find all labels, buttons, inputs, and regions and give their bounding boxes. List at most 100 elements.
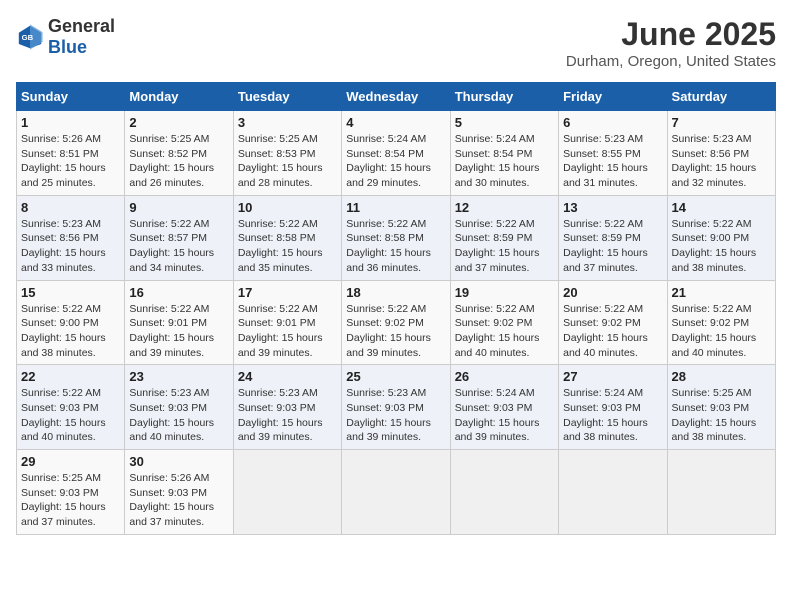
calendar-week-row: 8 Sunrise: 5:23 AM Sunset: 8:56 PM Dayli…	[17, 195, 776, 280]
calendar-week-row: 15 Sunrise: 5:22 AM Sunset: 9:00 PM Dayl…	[17, 280, 776, 365]
day-number: 23	[129, 369, 228, 384]
day-info: Sunrise: 5:22 AM Sunset: 9:03 PM Dayligh…	[21, 386, 120, 445]
day-number: 29	[21, 454, 120, 469]
day-number: 25	[346, 369, 445, 384]
day-number: 8	[21, 200, 120, 215]
calendar-cell: 25 Sunrise: 5:23 AM Sunset: 9:03 PM Dayl…	[342, 365, 450, 450]
weekday-header: Thursday	[450, 83, 558, 111]
calendar-cell: 27 Sunrise: 5:24 AM Sunset: 9:03 PM Dayl…	[559, 365, 667, 450]
calendar-week-row: 22 Sunrise: 5:22 AM Sunset: 9:03 PM Dayl…	[17, 365, 776, 450]
calendar-cell: 5 Sunrise: 5:24 AM Sunset: 8:54 PM Dayli…	[450, 111, 558, 196]
calendar-cell: 12 Sunrise: 5:22 AM Sunset: 8:59 PM Dayl…	[450, 195, 558, 280]
day-number: 12	[455, 200, 554, 215]
day-info: Sunrise: 5:22 AM Sunset: 8:59 PM Dayligh…	[455, 217, 554, 276]
day-info: Sunrise: 5:22 AM Sunset: 9:00 PM Dayligh…	[672, 217, 771, 276]
logo-icon: GB	[16, 23, 44, 51]
day-number: 21	[672, 285, 771, 300]
day-info: Sunrise: 5:23 AM Sunset: 9:03 PM Dayligh…	[238, 386, 337, 445]
day-info: Sunrise: 5:22 AM Sunset: 9:02 PM Dayligh…	[672, 302, 771, 361]
calendar-cell: 10 Sunrise: 5:22 AM Sunset: 8:58 PM Dayl…	[233, 195, 341, 280]
calendar-cell: 4 Sunrise: 5:24 AM Sunset: 8:54 PM Dayli…	[342, 111, 450, 196]
weekday-header: Saturday	[667, 83, 775, 111]
calendar-cell: 26 Sunrise: 5:24 AM Sunset: 9:03 PM Dayl…	[450, 365, 558, 450]
day-info: Sunrise: 5:22 AM Sunset: 9:02 PM Dayligh…	[346, 302, 445, 361]
weekday-header-row: SundayMondayTuesdayWednesdayThursdayFrid…	[17, 83, 776, 111]
calendar-cell: 18 Sunrise: 5:22 AM Sunset: 9:02 PM Dayl…	[342, 280, 450, 365]
day-number: 9	[129, 200, 228, 215]
calendar-cell: 15 Sunrise: 5:22 AM Sunset: 9:00 PM Dayl…	[17, 280, 125, 365]
day-info: Sunrise: 5:23 AM Sunset: 8:55 PM Dayligh…	[563, 132, 662, 191]
day-number: 28	[672, 369, 771, 384]
calendar-table: SundayMondayTuesdayWednesdayThursdayFrid…	[16, 82, 776, 535]
svg-text:GB: GB	[22, 33, 34, 42]
day-info: Sunrise: 5:26 AM Sunset: 8:51 PM Dayligh…	[21, 132, 120, 191]
day-number: 11	[346, 200, 445, 215]
calendar-cell: 11 Sunrise: 5:22 AM Sunset: 8:58 PM Dayl…	[342, 195, 450, 280]
logo-general: General	[48, 16, 115, 36]
weekday-header: Monday	[125, 83, 233, 111]
day-info: Sunrise: 5:25 AM Sunset: 8:52 PM Dayligh…	[129, 132, 228, 191]
title-block: June 2025 Durham, Oregon, United States	[566, 16, 776, 70]
day-number: 2	[129, 115, 228, 130]
calendar-cell: 29 Sunrise: 5:25 AM Sunset: 9:03 PM Dayl…	[17, 450, 125, 535]
day-number: 13	[563, 200, 662, 215]
day-info: Sunrise: 5:23 AM Sunset: 8:56 PM Dayligh…	[672, 132, 771, 191]
day-info: Sunrise: 5:22 AM Sunset: 9:02 PM Dayligh…	[563, 302, 662, 361]
day-info: Sunrise: 5:23 AM Sunset: 8:56 PM Dayligh…	[21, 217, 120, 276]
day-info: Sunrise: 5:22 AM Sunset: 8:58 PM Dayligh…	[346, 217, 445, 276]
calendar-cell: 1 Sunrise: 5:26 AM Sunset: 8:51 PM Dayli…	[17, 111, 125, 196]
day-info: Sunrise: 5:24 AM Sunset: 8:54 PM Dayligh…	[455, 132, 554, 191]
logo-text: General Blue	[48, 16, 115, 58]
day-number: 27	[563, 369, 662, 384]
calendar-cell: 7 Sunrise: 5:23 AM Sunset: 8:56 PM Dayli…	[667, 111, 775, 196]
day-info: Sunrise: 5:23 AM Sunset: 9:03 PM Dayligh…	[129, 386, 228, 445]
day-info: Sunrise: 5:22 AM Sunset: 8:58 PM Dayligh…	[238, 217, 337, 276]
day-info: Sunrise: 5:22 AM Sunset: 8:57 PM Dayligh…	[129, 217, 228, 276]
day-number: 7	[672, 115, 771, 130]
calendar-week-row: 29 Sunrise: 5:25 AM Sunset: 9:03 PM Dayl…	[17, 450, 776, 535]
page-header: GB General Blue June 2025 Durham, Oregon…	[16, 16, 776, 70]
day-info: Sunrise: 5:22 AM Sunset: 9:01 PM Dayligh…	[129, 302, 228, 361]
day-info: Sunrise: 5:24 AM Sunset: 9:03 PM Dayligh…	[455, 386, 554, 445]
day-info: Sunrise: 5:23 AM Sunset: 9:03 PM Dayligh…	[346, 386, 445, 445]
calendar-cell: 30 Sunrise: 5:26 AM Sunset: 9:03 PM Dayl…	[125, 450, 233, 535]
calendar-cell: 28 Sunrise: 5:25 AM Sunset: 9:03 PM Dayl…	[667, 365, 775, 450]
day-number: 26	[455, 369, 554, 384]
calendar-cell: 17 Sunrise: 5:22 AM Sunset: 9:01 PM Dayl…	[233, 280, 341, 365]
calendar-week-row: 1 Sunrise: 5:26 AM Sunset: 8:51 PM Dayli…	[17, 111, 776, 196]
calendar-cell: 9 Sunrise: 5:22 AM Sunset: 8:57 PM Dayli…	[125, 195, 233, 280]
day-number: 18	[346, 285, 445, 300]
day-number: 5	[455, 115, 554, 130]
day-number: 1	[21, 115, 120, 130]
day-info: Sunrise: 5:22 AM Sunset: 8:59 PM Dayligh…	[563, 217, 662, 276]
day-number: 20	[563, 285, 662, 300]
day-number: 6	[563, 115, 662, 130]
calendar-cell: 24 Sunrise: 5:23 AM Sunset: 9:03 PM Dayl…	[233, 365, 341, 450]
logo-blue: Blue	[48, 37, 87, 57]
calendar-cell	[667, 450, 775, 535]
calendar-cell: 22 Sunrise: 5:22 AM Sunset: 9:03 PM Dayl…	[17, 365, 125, 450]
day-info: Sunrise: 5:22 AM Sunset: 9:01 PM Dayligh…	[238, 302, 337, 361]
day-number: 19	[455, 285, 554, 300]
day-info: Sunrise: 5:24 AM Sunset: 9:03 PM Dayligh…	[563, 386, 662, 445]
calendar-cell	[342, 450, 450, 535]
calendar-cell: 3 Sunrise: 5:25 AM Sunset: 8:53 PM Dayli…	[233, 111, 341, 196]
calendar-cell: 13 Sunrise: 5:22 AM Sunset: 8:59 PM Dayl…	[559, 195, 667, 280]
calendar-cell: 14 Sunrise: 5:22 AM Sunset: 9:00 PM Dayl…	[667, 195, 775, 280]
day-number: 30	[129, 454, 228, 469]
day-number: 15	[21, 285, 120, 300]
weekday-header: Friday	[559, 83, 667, 111]
day-info: Sunrise: 5:25 AM Sunset: 9:03 PM Dayligh…	[21, 471, 120, 530]
day-info: Sunrise: 5:25 AM Sunset: 9:03 PM Dayligh…	[672, 386, 771, 445]
weekday-header: Wednesday	[342, 83, 450, 111]
calendar-title: June 2025	[566, 16, 776, 53]
weekday-header: Tuesday	[233, 83, 341, 111]
day-number: 4	[346, 115, 445, 130]
calendar-cell: 21 Sunrise: 5:22 AM Sunset: 9:02 PM Dayl…	[667, 280, 775, 365]
day-info: Sunrise: 5:26 AM Sunset: 9:03 PM Dayligh…	[129, 471, 228, 530]
day-number: 17	[238, 285, 337, 300]
calendar-cell	[559, 450, 667, 535]
calendar-cell: 16 Sunrise: 5:22 AM Sunset: 9:01 PM Dayl…	[125, 280, 233, 365]
day-number: 10	[238, 200, 337, 215]
day-info: Sunrise: 5:25 AM Sunset: 8:53 PM Dayligh…	[238, 132, 337, 191]
